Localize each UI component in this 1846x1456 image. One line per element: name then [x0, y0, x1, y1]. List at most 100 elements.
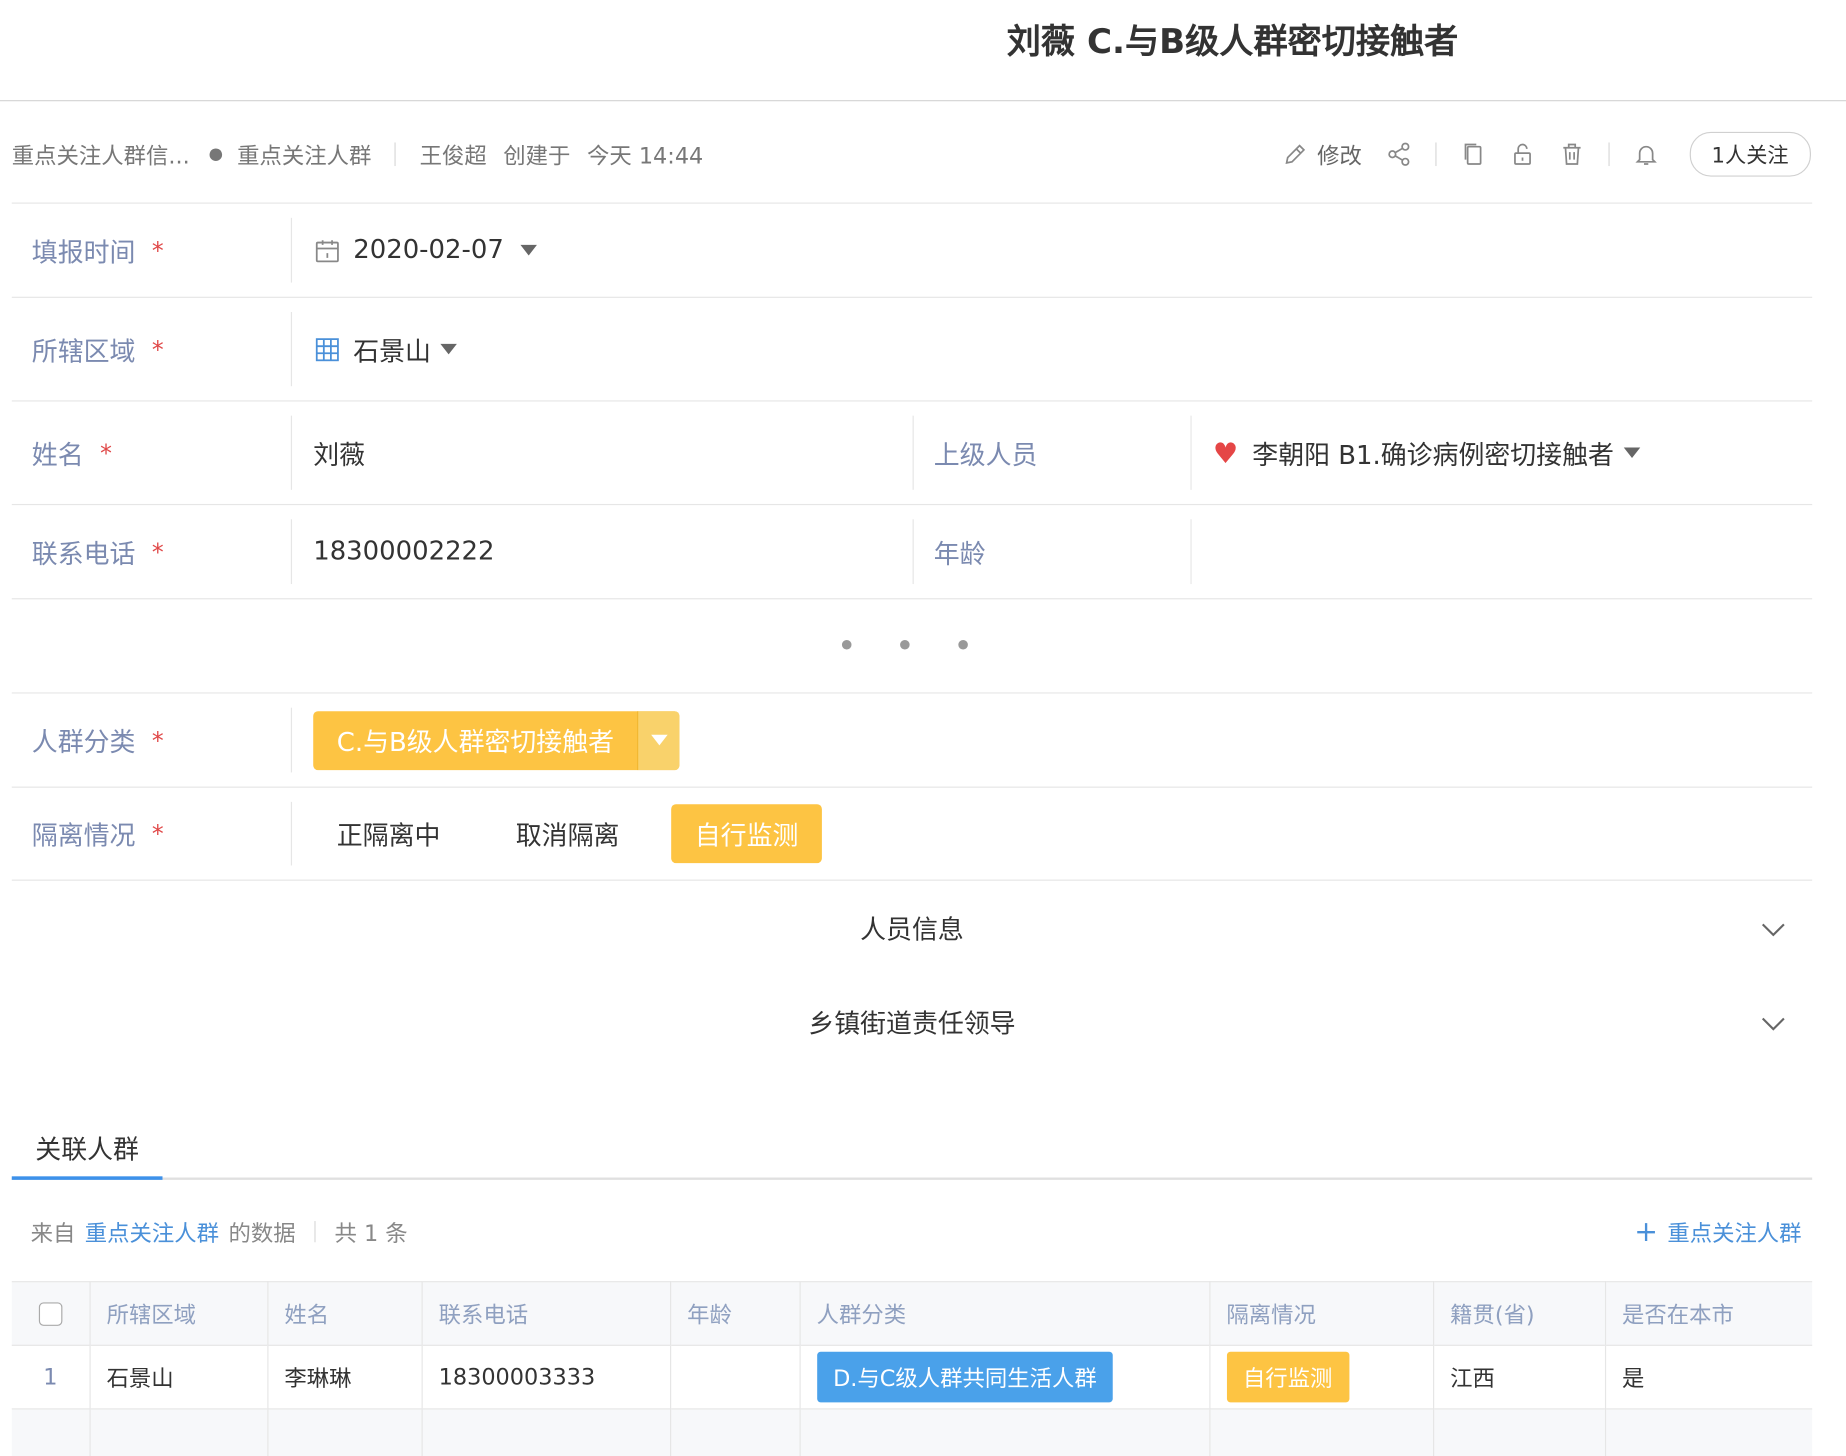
isolation-option[interactable]: 取消隔离 [492, 804, 643, 863]
lock-button[interactable] [1509, 141, 1535, 167]
region-select[interactable]: 石景山 [290, 312, 1812, 387]
section-title: 人员信息 [860, 916, 964, 946]
row-index: 1 [11, 1344, 91, 1409]
cell-name: 李琳琳 [267, 1344, 423, 1409]
empty-cell [1209, 1408, 1434, 1456]
empty-cell [89, 1408, 268, 1456]
superior-select[interactable]: ♥ 李朝阳 B1.确诊病例密切接触者 [1190, 415, 1812, 490]
chevron-down-icon[interactable] [637, 710, 680, 770]
table-row[interactable]: 1 石景山 李琳琳 18300003333 D.与C级人群共同生活人群 自行监测… [11, 1344, 1813, 1409]
field-label: 隔离情况 * [31, 819, 164, 852]
edit-button[interactable]: 修改 [1282, 138, 1362, 170]
field-label: 人群分类 * [31, 725, 164, 758]
empty-cell [11, 1408, 91, 1456]
field-label: 填报时间 * [31, 236, 164, 268]
field-row-name: 姓名 * 刘薇 上级人员 ♥ 李朝阳 B1.确诊病例密切接触者 [11, 400, 1813, 504]
cell-isolation: 自行监测 [1209, 1344, 1434, 1409]
isolation-option-selected[interactable]: 自行监测 [671, 804, 822, 864]
phone-field[interactable]: 18300002222 [290, 519, 913, 585]
field-row-isolation: 隔离情况 * 正隔离中 取消隔离 自行监测 [11, 786, 1813, 881]
field-row-region: 所辖区域 * 石景山 [11, 296, 1813, 401]
created-time: 今天 14:44 [586, 143, 704, 169]
isolation-options: 正隔离中 取消隔离 自行监测 [290, 801, 1812, 866]
ref-count: 共 1 条 [334, 1220, 408, 1247]
chevron-down-icon[interactable] [440, 343, 457, 355]
empty-cell [669, 1408, 801, 1456]
page-title: 刘薇 C.与B级人群密切接触者 [1006, 21, 1459, 62]
group-tag: D.与C级人群共同生活人群 [816, 1351, 1114, 1403]
pencil-icon [1284, 144, 1305, 164]
edit-label: 修改 [1317, 143, 1362, 169]
record-page: 刘薇 C.与B级人群密切接触者 重点关注人群信... ● 重点关注人群 王俊超 … [0, 0, 1846, 1456]
more-fields-button[interactable]: • • • [11, 598, 1813, 692]
follow-button[interactable]: 1人关注 [1689, 131, 1811, 177]
column-header[interactable]: 籍贯(省) [1433, 1281, 1606, 1346]
superior-value: 李朝阳 B1.确诊病例密切接触者 [1252, 440, 1614, 471]
section-leader[interactable]: 乡镇街道责任领导 [12, 975, 1812, 1069]
record-form: 填报时间 * 2020-02-07 所辖区域 * 石景山 姓名 * 刘薇 上级人… [11, 202, 1813, 1070]
delete-button[interactable] [1558, 141, 1584, 167]
field-row-group: 人群分类 * C.与B级人群密切接触者 [11, 692, 1813, 786]
section-title: 乡镇街道责任领导 [808, 1010, 1016, 1040]
related-tabs: 关联人群 [11, 1119, 1813, 1180]
breadcrumb-separator: ● [208, 144, 223, 164]
column-header[interactable]: 隔离情况 [1209, 1281, 1434, 1346]
chevron-down-icon[interactable] [1760, 916, 1786, 945]
heart-icon: ♥ [1212, 436, 1239, 470]
plus-icon: + [1634, 1215, 1658, 1249]
section-person-info[interactable]: 人员信息 [12, 881, 1812, 975]
field-row-fill-time: 填报时间 * 2020-02-07 [11, 202, 1813, 297]
field-label: 所辖区域 * [31, 334, 164, 367]
share-icon [1387, 142, 1409, 166]
column-header[interactable]: 年龄 [669, 1281, 801, 1346]
chevron-down-icon[interactable] [520, 244, 537, 256]
date-value: 2020-02-07 [353, 235, 504, 265]
group-value: C.与B级人群密切接触者 [336, 728, 615, 758]
unlock-icon [1513, 143, 1531, 165]
column-header[interactable]: 姓名 [267, 1281, 423, 1346]
chevron-down-icon[interactable] [1623, 447, 1640, 459]
related-table: 所辖区域 姓名 联系电话 年龄 人群分类 隔离情况 籍贯(省) 是否在本市 1 … [11, 1281, 1813, 1456]
field-label: 上级人员 [912, 415, 1191, 490]
isolation-option[interactable]: 正隔离中 [313, 804, 464, 863]
group-select[interactable]: C.与B级人群密切接触者 [313, 710, 680, 770]
column-header[interactable]: 所辖区域 [89, 1281, 268, 1346]
meta-bar: 重点关注人群信... ● 重点关注人群 王俊超 创建于 今天 14:44 修改 [12, 130, 1811, 179]
select-all-checkbox[interactable] [38, 1302, 63, 1326]
divider [1607, 142, 1610, 167]
table-header-row: 所辖区域 姓名 联系电话 年龄 人群分类 隔离情况 籍贯(省) 是否在本市 [11, 1281, 1813, 1346]
ref-from: 来自 [30, 1220, 76, 1247]
breadcrumb-sheet[interactable]: 重点关注人群 [237, 138, 371, 170]
cell-province: 江西 [1433, 1344, 1606, 1409]
notify-button[interactable] [1633, 141, 1659, 167]
breadcrumb-app[interactable]: 重点关注人群信... [12, 138, 190, 170]
related-summary: 来自 重点关注人群 的数据 共 1 条 + 重点关注人群 [31, 1213, 1802, 1251]
tab-related-group[interactable]: 关联人群 [11, 1119, 163, 1180]
column-header[interactable]: 人群分类 [799, 1281, 1210, 1346]
creator-info: 王俊超 创建于 今天 14:44 [420, 138, 713, 170]
ref-source-link[interactable]: 重点关注人群 [85, 1216, 219, 1248]
divider [314, 1221, 316, 1243]
divider [394, 142, 397, 167]
copy-button[interactable] [1460, 141, 1486, 167]
required-mark: * [151, 236, 164, 265]
copy-icon [1464, 143, 1481, 165]
table-empty-row [11, 1408, 1813, 1456]
date-field[interactable]: 2020-02-07 [290, 217, 1812, 283]
age-field[interactable] [1190, 519, 1812, 585]
bell-icon [1634, 145, 1657, 165]
empty-cell [421, 1408, 671, 1456]
cell-in-city: 是 [1604, 1344, 1813, 1409]
empty-cell [1604, 1408, 1813, 1456]
empty-cell [1433, 1408, 1606, 1456]
empty-cell [799, 1408, 1210, 1456]
share-button[interactable] [1385, 141, 1411, 167]
chevron-down-icon[interactable] [1760, 1010, 1786, 1039]
isolation-tag: 自行监测 [1226, 1351, 1349, 1403]
column-header[interactable]: 是否在本市 [1604, 1281, 1813, 1346]
name-field[interactable]: 刘薇 [290, 415, 913, 490]
created-label: 创建于 [503, 143, 571, 169]
add-related-button[interactable]: + 重点关注人群 [1634, 1215, 1801, 1248]
column-header[interactable]: 联系电话 [421, 1281, 671, 1346]
field-label: 年龄 [912, 519, 1191, 585]
